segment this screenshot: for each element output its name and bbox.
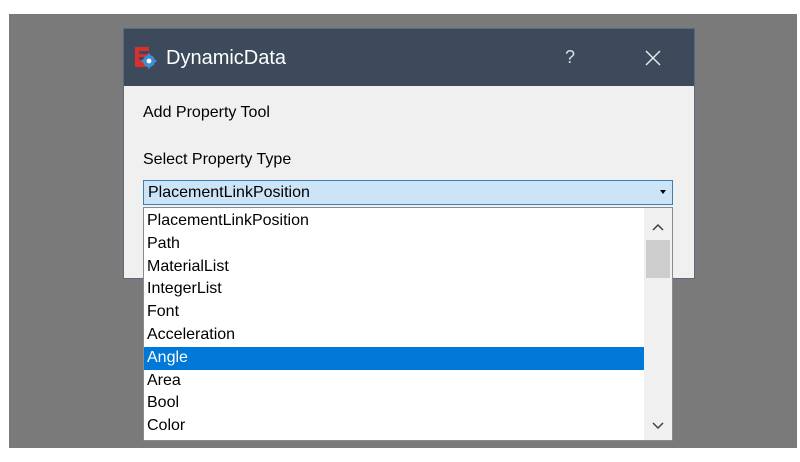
title-bar: DynamicData ? <box>124 29 694 86</box>
close-icon <box>645 50 661 66</box>
chevron-down-icon <box>652 422 664 430</box>
help-button[interactable]: ? <box>556 43 584 71</box>
dropdown-items: PlacementLinkPosition Path MaterialList … <box>144 210 644 438</box>
select-property-type-label: Select Property Type <box>143 151 292 168</box>
property-type-combobox[interactable]: PlacementLinkPosition <box>143 180 673 205</box>
dropdown-item[interactable]: Acceleration <box>144 324 644 347</box>
close-button[interactable] <box>638 43 668 73</box>
tool-heading: Add Property Tool <box>143 104 270 121</box>
dropdown-item[interactable]: MaterialList <box>144 256 644 279</box>
dropdown-item[interactable]: Color <box>144 415 644 438</box>
chevron-up-icon <box>652 223 664 231</box>
scroll-down-button[interactable] <box>644 412 672 440</box>
dropdown-item[interactable]: PlacementLinkPosition <box>144 210 644 233</box>
chevron-down-icon <box>660 190 666 194</box>
combobox-selected-value: PlacementLinkPosition <box>148 184 310 201</box>
dropdown-scrollbar[interactable] <box>644 208 672 440</box>
scroll-thumb[interactable] <box>646 240 670 278</box>
dropdown-item[interactable]: Bool <box>144 392 644 415</box>
freecad-gear-icon <box>135 47 157 69</box>
dropdown-item[interactable]: Area <box>144 370 644 393</box>
dropdown-item-highlighted[interactable]: Angle <box>144 346 644 370</box>
scroll-up-button[interactable] <box>644 213 672 241</box>
dropdown-item[interactable]: IntegerList <box>144 278 644 301</box>
dropdown-item[interactable]: Path <box>144 233 644 256</box>
property-type-dropdown-list[interactable]: PlacementLinkPosition Path MaterialList … <box>143 207 673 441</box>
window-title: DynamicData <box>166 47 287 69</box>
dropdown-item[interactable]: Font <box>144 301 644 324</box>
